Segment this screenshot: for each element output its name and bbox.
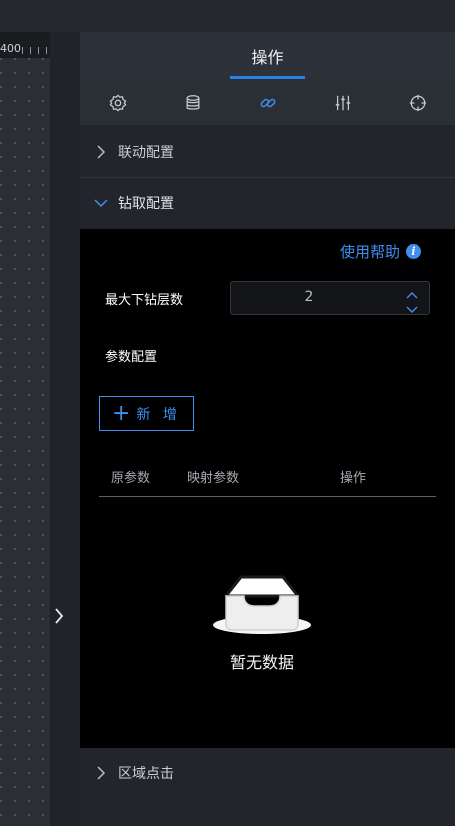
chevron-right-icon — [94, 765, 108, 781]
config-panel: 操作 联动配置 钻取配置 使用帮助 i 最大下钻层数 2 参数配置 + 新 增 … — [80, 32, 455, 826]
sliders-icon — [335, 95, 351, 111]
plus-icon: + — [112, 400, 131, 426]
horizontal-ruler: 400 — [0, 32, 50, 58]
database-icon — [186, 95, 200, 110]
tab-interaction[interactable] — [253, 89, 283, 117]
column-header-mapped: 映射参数 — [187, 471, 240, 486]
tab-position[interactable] — [403, 89, 433, 117]
section-drill[interactable]: 钻取配置 — [80, 179, 455, 229]
tab-settings[interactable] — [103, 89, 133, 117]
panel-title[interactable]: 操作 — [230, 44, 305, 68]
section-region-click[interactable]: 区域点击 — [80, 749, 455, 799]
empty-text: 暂无数据 — [229, 653, 294, 672]
help-label: 使用帮助 — [339, 243, 400, 261]
section-drill-title: 钻取配置 — [118, 196, 174, 212]
table-header-divider — [99, 496, 436, 497]
canvas-area[interactable] — [0, 58, 50, 826]
ruler-tick — [38, 47, 39, 54]
icon-tabs — [80, 79, 455, 125]
top-bar — [0, 0, 455, 32]
crosshair-icon — [409, 94, 427, 112]
section-region-click-title: 区域点击 — [118, 766, 174, 782]
section-divider — [80, 177, 455, 178]
empty-inbox-icon — [213, 575, 311, 634]
max-depth-input[interactable]: 2 — [230, 281, 430, 315]
increment-icon[interactable] — [405, 286, 419, 299]
section-linkage[interactable]: 联动配置 — [80, 128, 455, 178]
add-button-label: 新 增 — [136, 406, 181, 423]
chevron-down-icon — [94, 195, 108, 211]
tab-data[interactable] — [178, 89, 208, 117]
ruler-tick — [46, 47, 47, 54]
decrement-icon[interactable] — [405, 299, 419, 313]
max-depth-value: 2 — [304, 289, 314, 305]
panel-header: 操作 — [80, 32, 455, 79]
params-label: 参数配置 — [105, 350, 158, 365]
tab-adjust[interactable] — [328, 89, 358, 117]
column-header-action: 操作 — [340, 471, 367, 486]
max-depth-label: 最大下钻层数 — [105, 293, 184, 308]
chevron-right-icon — [94, 144, 108, 160]
panel-gutter — [50, 32, 80, 826]
ruler-tick — [30, 47, 31, 54]
drill-config-body: 使用帮助 i 最大下钻层数 2 参数配置 + 新 增 原参数 映射参数 操作 暂 — [80, 229, 455, 748]
section-linkage-title: 联动配置 — [118, 145, 174, 161]
add-button[interactable]: + 新 增 — [99, 396, 194, 431]
column-header-source: 原参数 — [111, 471, 151, 486]
info-icon: i — [406, 244, 421, 259]
ruler-label: 400 — [0, 42, 21, 55]
link-icon — [260, 98, 276, 108]
gear-icon — [109, 94, 127, 112]
ruler-tick — [22, 47, 23, 54]
chevron-right-icon[interactable] — [52, 605, 66, 627]
help-link[interactable]: 使用帮助 i — [340, 241, 421, 262]
